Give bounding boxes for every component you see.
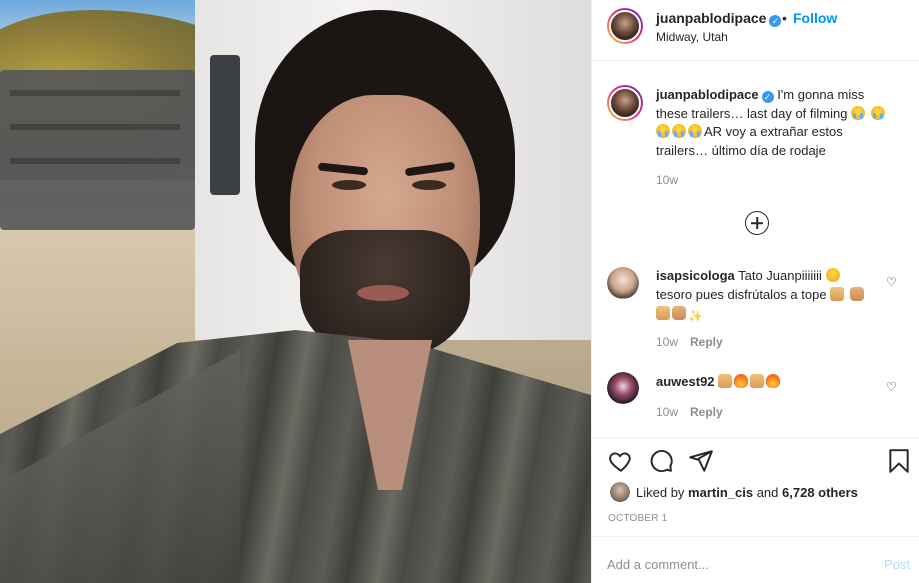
- comment-input[interactable]: Add a comment...: [607, 557, 709, 572]
- caption-timestamp[interactable]: 10w: [656, 173, 678, 187]
- comment-text: auwest92: [656, 372, 876, 391]
- comment-timestamp[interactable]: 10w: [656, 335, 678, 349]
- raised-hands-icon: [656, 306, 670, 320]
- comment-icon[interactable]: [648, 448, 674, 474]
- post-comment-button[interactable]: Post: [884, 557, 910, 572]
- fire-icon: [766, 374, 781, 388]
- commenter-avatar[interactable]: [607, 267, 639, 299]
- comment-username[interactable]: isapsicologa: [656, 268, 735, 283]
- verified-icon: ✓: [761, 91, 774, 103]
- comment-body: Tato Juanpiiiiiii: [734, 268, 826, 283]
- caption-avatar[interactable]: [607, 85, 643, 121]
- comment-meta: 10w Reply: [656, 405, 723, 419]
- likes-middle: and: [753, 485, 783, 500]
- photo-eye-left: [332, 180, 366, 190]
- follow-button[interactable]: Follow: [793, 10, 837, 26]
- fire-icon: [734, 374, 749, 388]
- raised-hands-icon: [750, 374, 765, 388]
- commenter-avatar[interactable]: [607, 372, 639, 404]
- author-username[interactable]: juanpablodipace ✓: [656, 10, 782, 27]
- post-header: juanpablodipace ✓ • Follow Midway, Utah: [592, 0, 919, 61]
- crying-face-icon: [672, 124, 686, 138]
- photo-mouth: [357, 285, 409, 301]
- raised-hands-icon: [718, 374, 733, 388]
- add-comment-bar: Add a comment... Post: [592, 536, 919, 583]
- author-username-text[interactable]: juanpablodipace: [656, 10, 766, 26]
- liker-avatar[interactable]: [610, 482, 630, 502]
- photo-trailer-window: [210, 55, 240, 195]
- likes-summary: Liked by martin_cis and 6,728 others: [610, 482, 910, 502]
- heart-icon[interactable]: [608, 448, 634, 474]
- bookmark-icon[interactable]: [886, 448, 912, 474]
- crying-face-icon: [851, 105, 866, 120]
- likes-count[interactable]: 6,728 others: [782, 485, 858, 500]
- caption-username[interactable]: juanpablodipace: [656, 87, 759, 102]
- separator-dot: •: [782, 10, 787, 26]
- comment-body-2: tesoro pues disfrútalos a tope: [656, 287, 831, 302]
- reply-button[interactable]: Reply: [690, 335, 723, 349]
- comment-username[interactable]: auwest92: [656, 374, 715, 389]
- clapping-hands-icon: [672, 306, 686, 320]
- post-side-panel: juanpablodipace ✓ • Follow Midway, Utah j…: [591, 0, 919, 583]
- liker-username[interactable]: martin_cis: [688, 485, 753, 500]
- crying-face-icon: [656, 124, 670, 138]
- photo-truck: [0, 70, 195, 230]
- post-date[interactable]: OCTOBER 1: [608, 513, 667, 524]
- reply-button[interactable]: Reply: [690, 405, 723, 419]
- plus-circle-icon[interactable]: [745, 211, 769, 235]
- comment-timestamp[interactable]: 10w: [656, 405, 678, 419]
- comment-text: isapsicologa Tato Juanpiiiiiii tesoro pu…: [656, 266, 876, 323]
- verified-icon: ✓: [769, 15, 782, 27]
- photo-eye-right: [412, 180, 446, 190]
- share-icon[interactable]: [688, 448, 714, 474]
- comment-like-heart-icon[interactable]: ♡: [886, 381, 898, 393]
- caption-text: juanpablodipace ✓ I'm gonna miss these tr…: [656, 86, 896, 160]
- post-actions-bar: [592, 437, 919, 485]
- smile-emoji-icon: [825, 268, 840, 282]
- author-avatar[interactable]: [607, 8, 643, 44]
- comment-like-heart-icon[interactable]: ♡: [886, 276, 898, 288]
- likes-prefix: Liked by: [636, 485, 689, 500]
- crying-face-icon: [870, 105, 885, 120]
- clapping-hands-icon: [849, 287, 864, 301]
- crying-face-icon: [688, 124, 702, 138]
- sparkles-icon: ✨: [688, 309, 703, 323]
- raised-hands-icon: [830, 287, 845, 301]
- post-photo[interactable]: [0, 0, 591, 583]
- comment-meta: 10w Reply: [656, 335, 723, 349]
- location-link[interactable]: Midway, Utah: [656, 30, 728, 44]
